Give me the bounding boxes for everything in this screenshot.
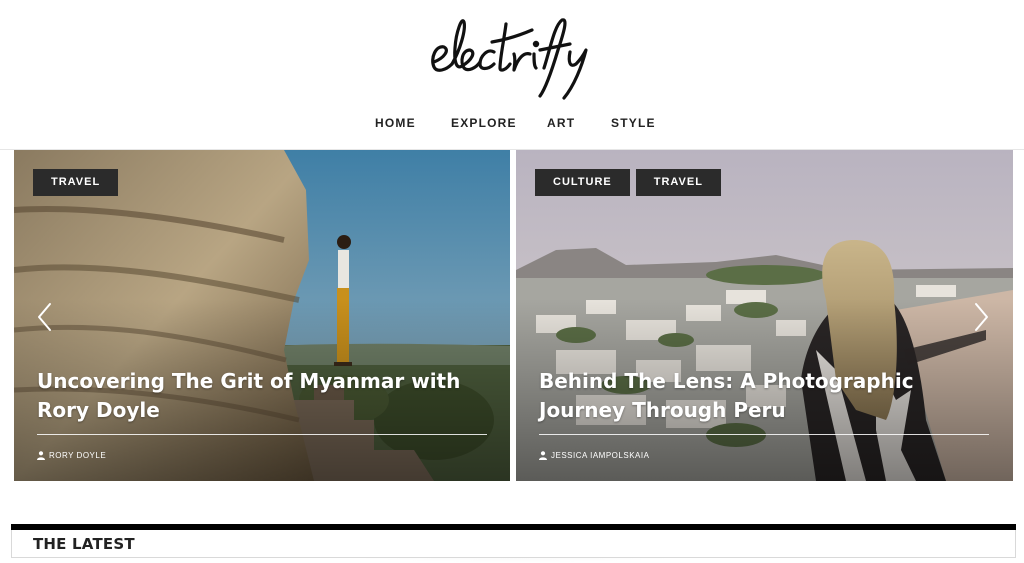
- slide-overlay: [14, 150, 510, 481]
- nav-item-art[interactable]: ART: [547, 116, 575, 130]
- featured-slide[interactable]: TRAVEL Uncovering The Grit of Myanmar wi…: [14, 150, 510, 481]
- slide-title[interactable]: Uncovering The Grit of Myanmar with Rory…: [37, 367, 492, 425]
- author-name: RORY DOYLE: [49, 451, 107, 460]
- nav-item-style[interactable]: STYLE: [611, 116, 656, 130]
- slide-tags: TRAVEL: [33, 169, 119, 196]
- site-logo[interactable]: [422, 10, 602, 105]
- featured-slider: TRAVEL Uncovering The Grit of Myanmar wi…: [0, 150, 1024, 485]
- tag-travel[interactable]: TRAVEL: [33, 169, 119, 196]
- latest-section-header: THE LATEST: [11, 530, 1016, 558]
- user-icon: [37, 451, 45, 460]
- tag-travel[interactable]: TRAVEL: [635, 169, 721, 196]
- slide-author[interactable]: RORY DOYLE: [37, 451, 106, 460]
- slide-title[interactable]: Behind The Lens: A Photographic Journey …: [539, 367, 994, 425]
- logo-wordmark: [431, 18, 588, 100]
- slide-author[interactable]: JESSICA IAMPOLSKAIA: [539, 451, 649, 460]
- nav-item-explore[interactable]: EXPLORE: [451, 116, 517, 130]
- featured-slide[interactable]: CULTURE TRAVEL Behind The Lens: A Photog…: [516, 150, 1013, 481]
- section-heading: THE LATEST: [33, 535, 135, 553]
- chevron-right-icon[interactable]: [974, 302, 990, 332]
- slide-divider: [539, 434, 989, 435]
- site-header: HOME EXPLORE ART STYLE: [0, 0, 1024, 150]
- slide-tags: CULTURE TRAVEL: [535, 169, 721, 196]
- slide-overlay: [516, 150, 1013, 481]
- main-nav: HOME EXPLORE ART STYLE: [0, 116, 1024, 134]
- nav-item-home[interactable]: HOME: [375, 116, 416, 130]
- slide-divider: [37, 434, 487, 435]
- user-icon: [539, 451, 547, 460]
- author-name: JESSICA IAMPOLSKAIA: [551, 451, 650, 460]
- chevron-left-icon[interactable]: [36, 302, 52, 332]
- tag-culture[interactable]: CULTURE: [535, 169, 630, 196]
